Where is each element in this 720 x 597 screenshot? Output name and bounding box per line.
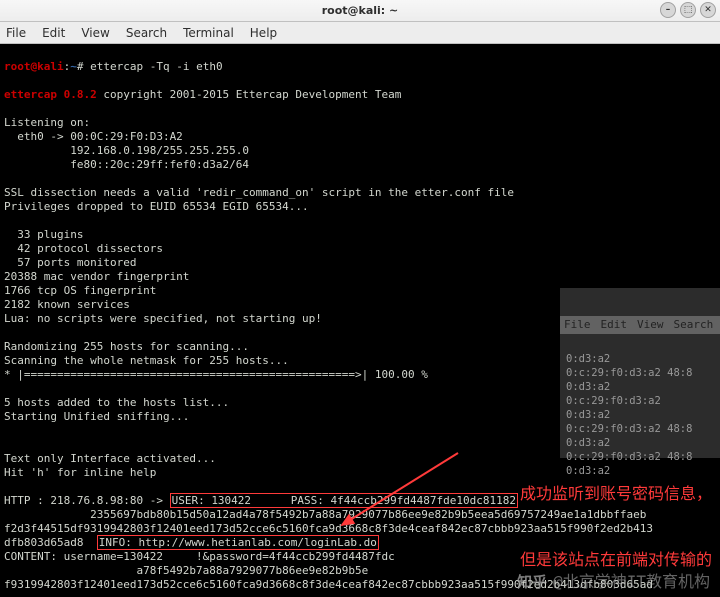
out-line: 20388 mac vendor fingerprint bbox=[4, 270, 189, 283]
bg-menu-search: Search bbox=[674, 318, 714, 332]
out-line: 42 protocol dissectors bbox=[4, 242, 163, 255]
menu-help[interactable]: Help bbox=[250, 26, 277, 40]
prompt-hash: # bbox=[77, 60, 90, 73]
out-line: fe80::20c:29ff:fef0:d3a2/64 bbox=[4, 158, 249, 171]
out-line: eth0 -> 00:0C:29:F0:D3:A2 bbox=[4, 130, 183, 143]
ettercap-copyright: copyright 2001-2015 Ettercap Development… bbox=[97, 88, 402, 101]
annotation-line: 但是该站点在前端对传输的 bbox=[520, 549, 712, 571]
zhihu-logo-icon: 知乎 bbox=[517, 575, 547, 589]
terminal-viewport[interactable]: root@kali:~# ettercap -Tq -i eth0 etterc… bbox=[0, 44, 720, 597]
bg-line: 0:d3:a2 bbox=[566, 409, 610, 421]
content-line: CONTENT: username=130422 !&password=4f44… bbox=[4, 550, 395, 563]
out-line: 5 hosts added to the hosts list... bbox=[4, 396, 229, 409]
out-line: Randomizing 255 hosts for scanning... bbox=[4, 340, 249, 353]
out-line: Lua: no scripts were specified, not star… bbox=[4, 312, 322, 325]
background-window: File Edit View Search 0:d3:a2 0:c:29:f0:… bbox=[560, 288, 720, 458]
window-titlebar: root@kali: ~ – ⬚ ✕ bbox=[0, 0, 720, 22]
credentials-highlight: USER: 130422 PASS: 4f44ccb299fd4487fde10… bbox=[170, 493, 518, 508]
minimize-button[interactable]: – bbox=[660, 2, 676, 18]
bg-line: 0:c:29:f0:d3:a2 48:8 bbox=[566, 423, 692, 435]
bg-line: 0:d3:a2 bbox=[566, 353, 610, 365]
raw-line: a78f5492b7a88a7929077b86ee9e82b9b5e bbox=[4, 564, 368, 577]
menu-search[interactable]: Search bbox=[126, 26, 167, 40]
out-line: Privileges dropped to EUID 65534 EGID 65… bbox=[4, 200, 309, 213]
out-line: 57 ports monitored bbox=[4, 256, 136, 269]
command-text: ettercap -Tq -i eth0 bbox=[90, 60, 222, 73]
menu-view[interactable]: View bbox=[81, 26, 109, 40]
prompt-path: ~ bbox=[70, 60, 77, 73]
out-line: * |=====================================… bbox=[4, 368, 428, 381]
out-line: 2182 known services bbox=[4, 298, 130, 311]
bg-menu-edit: Edit bbox=[601, 318, 628, 332]
http-line-prefix: HTTP : 218.76.8.98:80 -> bbox=[4, 494, 170, 507]
out-line: Listening on: bbox=[4, 116, 90, 129]
out-line: SSL dissection needs a valid 'redir_comm… bbox=[4, 186, 514, 199]
menu-edit[interactable]: Edit bbox=[42, 26, 65, 40]
menubar: File Edit View Search Terminal Help bbox=[0, 22, 720, 44]
out-line: Text only Interface activated... bbox=[4, 452, 216, 465]
bg-line: 0:c:29:f0:d3:a2 bbox=[566, 395, 661, 407]
watermark: 知乎 @北京学神IT教育机构 bbox=[517, 575, 710, 589]
bg-menu-file: File bbox=[564, 318, 591, 332]
menu-terminal[interactable]: Terminal bbox=[183, 26, 234, 40]
out-line: Scanning the whole netmask for 255 hosts… bbox=[4, 354, 289, 367]
out-line: 1766 tcp OS fingerprint bbox=[4, 284, 156, 297]
bg-menu-view: View bbox=[637, 318, 664, 332]
out-line: 192.168.0.198/255.255.255.0 bbox=[4, 144, 249, 157]
bg-line: 0:c:29:f0:d3:a2 48:8 bbox=[566, 367, 692, 379]
out-line: Hit 'h' for inline help bbox=[4, 466, 156, 479]
raw-line: dfb803d65ad8 bbox=[4, 536, 97, 549]
ettercap-banner: ettercap 0.8.2 bbox=[4, 88, 97, 101]
window-title: root@kali: ~ bbox=[322, 4, 399, 17]
annotation-line: 成功监听到账号密码信息， bbox=[520, 483, 712, 505]
prompt-userhost: root@kali bbox=[4, 60, 64, 73]
watermark-text: @北京学神IT教育机构 bbox=[553, 575, 710, 589]
bg-line: 0:d3:a2 bbox=[566, 381, 610, 393]
out-line: 33 plugins bbox=[4, 228, 83, 241]
maximize-button[interactable]: ⬚ bbox=[680, 2, 696, 18]
info-url-highlight: INFO: http://www.hetianlab.com/loginLab.… bbox=[97, 535, 379, 550]
menu-file[interactable]: File bbox=[6, 26, 26, 40]
close-button[interactable]: ✕ bbox=[700, 2, 716, 18]
out-line: Starting Unified sniffing... bbox=[4, 410, 189, 423]
